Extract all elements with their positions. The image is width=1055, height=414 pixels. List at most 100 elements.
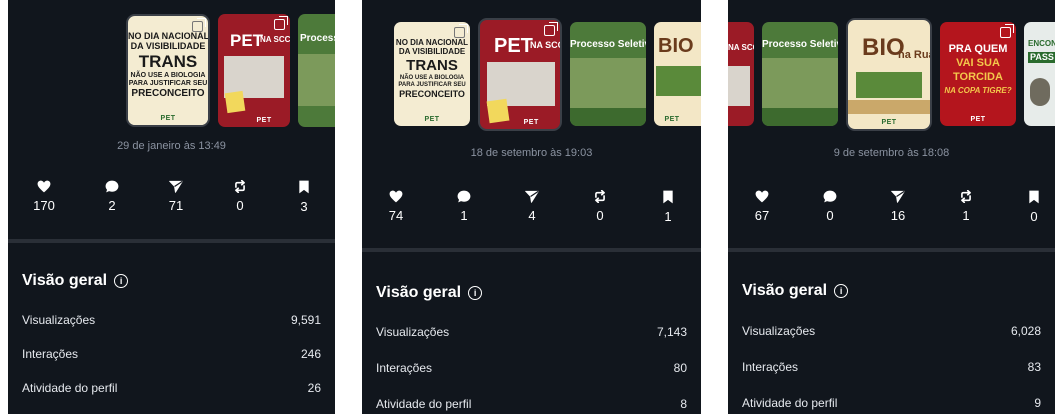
reposts-stat: 1 [946, 190, 986, 223]
shares-count: 4 [528, 208, 536, 223]
overview-heading: Visão geral i [742, 282, 849, 300]
post-carousel[interactable]: NO DIA NACIONAL DA VISIBILIDADE TRANS NÃ… [362, 18, 701, 133]
shares-stat: 4 [512, 190, 552, 223]
post-trans-line-3: TRANS [138, 52, 198, 71]
likes-count: 170 [33, 198, 55, 213]
reposts-count: 0 [596, 208, 604, 223]
insights-panel-1: NO DIA NACIONAL DA VISIBILIDADE TRANS NÃ… [8, 0, 335, 414]
metric-value: 8 [680, 397, 687, 411]
likes-count: 74 [388, 208, 404, 223]
section-divider [728, 248, 1055, 252]
saves-count: 3 [300, 199, 308, 214]
metric-value: 246 [300, 347, 321, 361]
metric-profile-activity: Atividade do perfil 9 [742, 396, 1041, 410]
post-encontro-line-1: ENCONTRO [1028, 39, 1055, 48]
post-trans-line-6: PRECONCEITO [131, 88, 205, 99]
post-thumbnail-trans[interactable]: NO DIA NACIONAL DA VISIBILIDADE TRANS NÃ… [394, 22, 470, 126]
comments-count: 1 [460, 208, 468, 223]
shares-count: 16 [890, 208, 906, 223]
post-stats: 67 0 16 1 0 [728, 190, 1055, 230]
bookmark-icon [299, 180, 309, 194]
metric-interactions: Interações 83 [742, 360, 1041, 374]
comments-stat: 0 [810, 190, 850, 223]
post-torcida-line-2: VAI SUA [956, 57, 1000, 69]
pet-logo: PET [664, 116, 680, 123]
pet-logo: PET [424, 116, 440, 123]
post-torcida-line-1: PRA QUEM [948, 43, 1008, 55]
metric-label: Interações [376, 361, 433, 375]
repost-icon [595, 190, 605, 203]
post-thumbnail-processo[interactable]: Processo Seletivo [570, 22, 646, 126]
post-thumbnail-encontro[interactable]: ENCONTRO PASS [1024, 22, 1055, 126]
post-thumbnail-sccud[interactable]: PET NA SCCUD PET [478, 18, 562, 131]
post-processo-title: Processo Seletivo [762, 39, 838, 50]
metric-value: 9 [1034, 396, 1041, 410]
metric-label: Atividade do perfil [22, 381, 118, 395]
section-divider [8, 239, 335, 243]
post-trans-line-2: DA VISIBILIDADE [398, 47, 466, 56]
post-thumbnail-sccud[interactable]: NA SCCUD [728, 22, 754, 126]
pet-logo: PET [160, 115, 176, 122]
post-trans-line-5: PARA JUSTIFICAR SEU [128, 80, 208, 87]
post-bio-title: BIO [658, 35, 694, 57]
multiple-images-icon [454, 24, 468, 38]
send-icon [525, 190, 539, 203]
metric-label: Atividade do perfil [376, 397, 472, 411]
pet-logo: PET [256, 117, 272, 124]
post-carousel[interactable]: NA SCCUD Processo Seletivo BIO na Rua! P… [728, 18, 1055, 133]
reposts-count: 1 [962, 208, 970, 223]
metric-label: Visualizações [22, 313, 96, 327]
bookmark-icon [663, 190, 673, 204]
send-icon [169, 180, 183, 193]
shares-stat: 71 [156, 180, 196, 213]
post-torcida-line-4: NA COPA TIGRE? [944, 86, 1012, 95]
post-processo-title: Processo Seletivo [570, 39, 646, 50]
comment-icon [823, 190, 837, 203]
repost-icon [235, 180, 245, 193]
info-icon[interactable]: i [468, 286, 483, 300]
post-thumbnail-processo[interactable]: Processo Seletivo [762, 22, 838, 126]
comments-count: 2 [108, 198, 116, 213]
post-processo-title: Processo Seletivo [300, 33, 335, 44]
metric-views: Visualizações 9,591 [22, 313, 321, 327]
comment-icon [105, 180, 119, 193]
post-sccud-subtitle: NA SCCUD [260, 35, 290, 44]
metric-label: Visualizações [742, 324, 816, 338]
metric-value: 83 [1027, 360, 1041, 374]
heart-icon [755, 190, 769, 203]
overview-heading: Visão geral i [22, 272, 129, 290]
post-thumbnail-bio[interactable]: BIO na Rua! PET [846, 18, 932, 131]
post-carousel[interactable]: NO DIA NACIONAL DA VISIBILIDADE TRANS NÃ… [8, 14, 335, 129]
post-thumbnail-sccud[interactable]: PET NA SCCUD PET [218, 14, 290, 127]
post-trans-line-2: DA VISIBILIDADE [130, 41, 206, 51]
metric-value: 80 [673, 361, 687, 375]
comments-count: 0 [826, 208, 834, 223]
info-icon[interactable]: i [834, 284, 849, 298]
post-trans-line-4: NÃO USE A BIOLOGIA [130, 72, 206, 79]
saves-count: 0 [1030, 209, 1038, 224]
multiple-images-icon [274, 16, 288, 30]
comment-icon [457, 190, 471, 203]
post-bio-subtitle: na Rua! [898, 49, 930, 61]
post-thumbnail-bio[interactable]: BIO PET [654, 22, 701, 126]
metric-value: 6,028 [1010, 324, 1041, 338]
pet-logo: PET [881, 119, 897, 126]
info-icon[interactable]: i [114, 274, 129, 288]
send-icon [891, 190, 905, 203]
post-trans-line-4: NÃO USE A BIOLOGIA [399, 75, 465, 81]
metric-label: Visualizações [376, 325, 450, 339]
reposts-stat: 0 [580, 190, 620, 223]
post-trans-line-6: PRECONCEITO [399, 89, 465, 99]
post-stats: 74 1 4 0 1 [362, 190, 701, 230]
metric-value: 26 [307, 381, 321, 395]
post-trans-line-5: PARA JUSTIFICAR SEU [398, 82, 466, 88]
reposts-count: 0 [236, 198, 244, 213]
post-thumbnail-torcida[interactable]: PRA QUEM VAI SUA TORCIDA NA COPA TIGRE? … [940, 22, 1016, 126]
post-thumbnail-trans[interactable]: NO DIA NACIONAL DA VISIBILIDADE TRANS NÃ… [126, 14, 210, 127]
metric-interactions: Interações 246 [22, 347, 321, 361]
metric-views: Visualizações 7,143 [376, 325, 687, 339]
saves-count: 1 [664, 209, 672, 224]
metric-value: 7,143 [656, 325, 687, 339]
saves-stat: 1 [648, 190, 688, 224]
post-thumbnail-processo[interactable]: Processo Seletivo [298, 14, 335, 127]
